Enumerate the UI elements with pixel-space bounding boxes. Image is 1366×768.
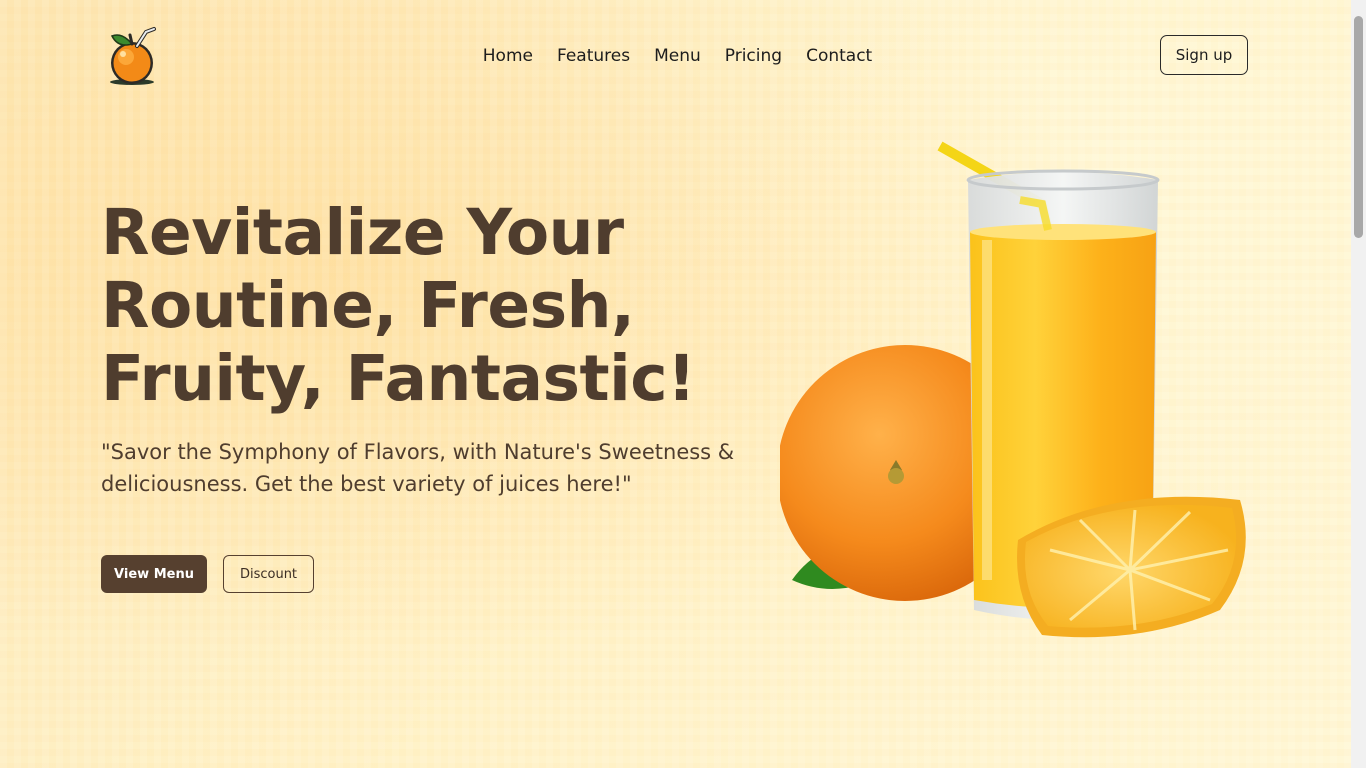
nav-features[interactable]: Features — [557, 44, 630, 68]
nav-pricing[interactable]: Pricing — [725, 44, 782, 68]
discount-button[interactable]: Discount — [223, 555, 314, 593]
hero-subtitle: "Savor the Symphony of Flavors, with Nat… — [101, 440, 735, 496]
orange-juice-illustration — [777, 141, 1246, 638]
nav-menu[interactable]: Menu — [654, 44, 701, 68]
page-scrollbar[interactable] — [1351, 0, 1366, 768]
signup-button[interactable]: Sign up — [1160, 35, 1248, 75]
view-menu-button[interactable]: View Menu — [101, 555, 207, 593]
nav-home[interactable]: Home — [483, 44, 533, 68]
hero-title: Revitalize Your Routine, Fresh, Fruity, … — [101, 196, 721, 415]
scrollbar-thumb[interactable] — [1354, 16, 1363, 238]
main-nav: Home Features Menu Pricing Contact — [0, 44, 1351, 68]
page: Home Features Menu Pricing Contact Sign … — [0, 0, 1351, 768]
hero-title-line-3: Fruity, Fantastic! — [101, 342, 696, 415]
hero-title-line-2: Routine, Fresh, — [101, 269, 635, 342]
nav-contact[interactable]: Contact — [806, 44, 872, 68]
hero-juice-image — [777, 140, 1260, 640]
hero-title-line-1: Revitalize Your — [101, 196, 624, 269]
